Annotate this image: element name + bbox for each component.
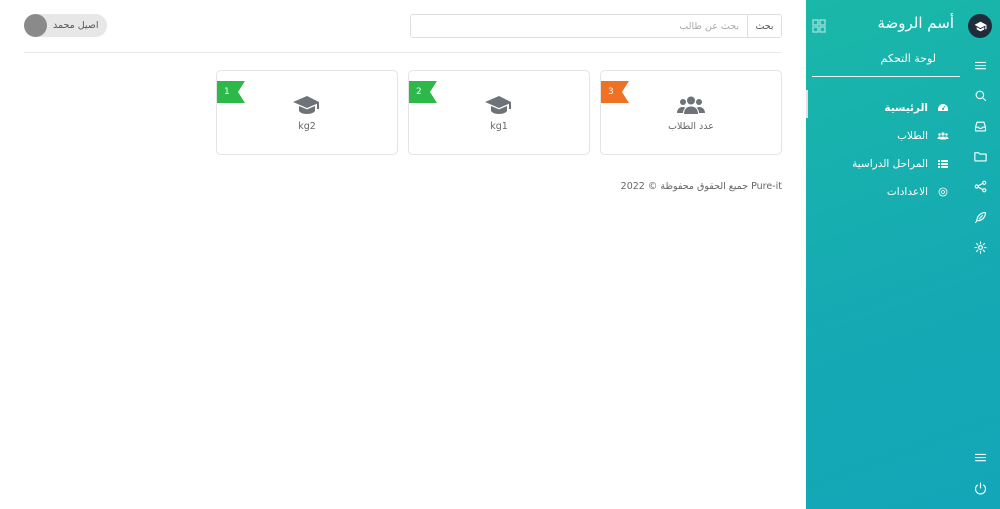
share-icon[interactable] xyxy=(972,178,988,194)
inbox-icon[interactable] xyxy=(972,118,988,134)
list-icon xyxy=(936,157,950,171)
sidebar-menu: الرئيسية الطلاب المراحل الدراسية الاعداد… xyxy=(810,94,950,206)
graduation-cap-icon xyxy=(974,21,986,31)
header-divider xyxy=(24,52,782,53)
power-icon[interactable] xyxy=(972,480,988,496)
card-students-count[interactable]: 3 عدد الطلاب xyxy=(600,70,782,155)
scrollbar[interactable] xyxy=(806,90,808,118)
search-icon[interactable] xyxy=(972,87,988,103)
app-page: أسم الروضة لوحة التحكم الرئيسية الطلاب ا… xyxy=(0,0,1000,509)
search-input[interactable] xyxy=(411,15,747,37)
sidebar: أسم الروضة لوحة التحكم الرئيسية الطلاب ا… xyxy=(806,0,1000,509)
footer-copyright: جميع الحقوق محفوظة © 2022 Pure-it xyxy=(620,181,782,192)
feather-icon[interactable] xyxy=(972,209,988,225)
icon-rail xyxy=(960,0,1000,509)
card-kg1[interactable]: 2 kg1 xyxy=(408,70,590,155)
dashboard-icon xyxy=(936,101,950,115)
folder-icon[interactable] xyxy=(972,148,988,164)
sidebar-item-label: الطلاب xyxy=(897,130,928,142)
users-icon xyxy=(936,129,950,143)
logo[interactable] xyxy=(968,14,992,38)
user-name: اصيل محمد xyxy=(53,20,99,31)
menu-icon-bottom[interactable] xyxy=(972,449,988,465)
sidebar-item-label: الرئيسية xyxy=(884,102,928,114)
section-title: لوحة التحكم xyxy=(880,52,936,65)
sidebar-item-home[interactable]: الرئيسية xyxy=(810,94,950,122)
card-label: kg2 xyxy=(298,121,316,132)
search-bar: بحث xyxy=(410,14,782,38)
card-label: عدد الطلاب xyxy=(668,121,714,132)
graduation-cap-icon xyxy=(217,95,397,115)
side-panel: أسم الروضة لوحة التحكم الرئيسية الطلاب ا… xyxy=(806,0,960,509)
gear-icon xyxy=(936,185,950,199)
section-underline xyxy=(812,76,960,77)
user-menu[interactable]: اصيل محمد xyxy=(24,14,107,37)
sidebar-item-label: المراحل الدراسية xyxy=(852,158,928,170)
search-button[interactable]: بحث xyxy=(747,15,781,37)
grid-icon[interactable] xyxy=(812,18,826,33)
sidebar-item-stages[interactable]: المراحل الدراسية xyxy=(810,150,950,178)
graduation-cap-icon xyxy=(409,95,589,115)
brand-title: أسم الروضة xyxy=(877,14,954,32)
settings-icon[interactable] xyxy=(972,239,988,255)
users-icon xyxy=(601,95,781,115)
menu-icon[interactable] xyxy=(972,57,988,73)
card-kg2[interactable]: 1 kg2 xyxy=(216,70,398,155)
card-label: kg1 xyxy=(490,121,508,132)
sidebar-item-settings[interactable]: الاعدادات xyxy=(810,178,950,206)
sidebar-item-label: الاعدادات xyxy=(886,186,928,198)
sidebar-item-students[interactable]: الطلاب xyxy=(810,122,950,150)
avatar xyxy=(24,14,47,37)
